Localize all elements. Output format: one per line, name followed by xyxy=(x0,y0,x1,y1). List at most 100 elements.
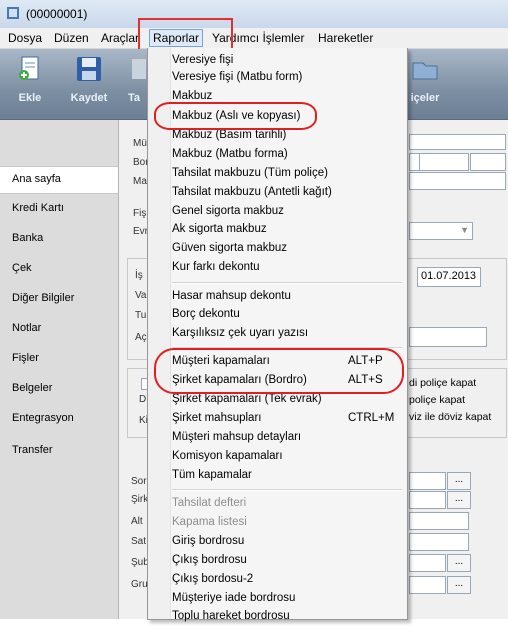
menu-item-label: Makbuz (Matbu forma) xyxy=(172,148,288,160)
menu-item-label: Kur farkı dekontu xyxy=(172,261,260,273)
form-field[interactable] xyxy=(409,327,487,347)
sidebar-item-label: Kredi Kartı xyxy=(12,202,64,214)
sidebar-item-diger-bilgiler[interactable]: Diğer Bilgiler xyxy=(0,286,118,312)
menu-item-label: Giriş bordrosu xyxy=(172,535,245,547)
app-icon xyxy=(7,7,19,19)
sidebar-item-label: Ana sayfa xyxy=(12,173,61,185)
kaydet-button[interactable]: Kaydet xyxy=(69,55,109,104)
date-field[interactable]: 01.07.2013 xyxy=(417,267,481,287)
menu-item-label: Şirket kapamaları (Tek evrak) xyxy=(172,393,322,405)
menu-item-label: Borç dekontu xyxy=(172,308,240,320)
menu-item-toplu-hareket-bordrosu[interactable]: Toplu hareket bordrosu xyxy=(172,608,402,626)
sidebar-item-banka[interactable]: Banka xyxy=(0,226,118,252)
form-label: Sor xyxy=(131,476,147,487)
menu-item-label: Makbuz xyxy=(172,90,213,102)
ellipsis-button[interactable]: ... xyxy=(447,491,471,509)
menu-araclar[interactable]: Araçlar xyxy=(101,31,139,45)
form-field[interactable] xyxy=(409,134,506,150)
menu-duzen[interactable]: Düzen xyxy=(54,31,89,45)
menu-item-label: Makbuz (Basım tarihli) xyxy=(172,129,287,141)
form-field[interactable] xyxy=(409,576,446,594)
menu-item-label: Ak sigorta makbuz xyxy=(172,223,267,235)
menu-item-label: Komisyon kapamaları xyxy=(172,450,283,462)
menu-item-borc-dekontu[interactable]: Borç dekontu xyxy=(172,306,402,324)
form-field[interactable] xyxy=(409,533,469,551)
menu-item-ak-sigorta-makbuz[interactable]: Ak sigorta makbuz xyxy=(172,221,402,239)
menu-item-label: Tahsilat makbuzu (Antetli kağıt) xyxy=(172,186,332,198)
form-field[interactable] xyxy=(409,172,506,190)
highlight-oval-kapamalar xyxy=(154,348,404,394)
evrak-select[interactable]: ▼ xyxy=(409,222,473,240)
ta-button[interactable]: Ta xyxy=(122,55,146,104)
sidebar-item-cek[interactable]: Çek xyxy=(0,256,118,282)
form-field[interactable] xyxy=(409,472,446,490)
form-field[interactable] xyxy=(409,512,469,530)
menu-item-tahsilat-makbuzu-antetli[interactable]: Tahsilat makbuzu (Antetli kağıt) xyxy=(172,184,402,202)
form-field[interactable] xyxy=(409,554,446,572)
form-label: Tu xyxy=(135,310,147,321)
menu-item-label: Çıkış bordosu-2 xyxy=(172,573,254,585)
raporlar-highlight-box xyxy=(138,18,233,51)
form-field[interactable] xyxy=(419,153,469,171)
menu-item-giris-bordrosu[interactable]: Giriş bordrosu xyxy=(172,533,402,551)
sidebar-item-label: Banka xyxy=(12,232,44,244)
sidebar-item-label: Belgeler xyxy=(12,382,53,394)
sidebar-item-ana-sayfa[interactable]: Ana sayfa xyxy=(0,166,118,194)
add-document-icon xyxy=(19,56,39,80)
option-text: poliçe kapat xyxy=(409,394,466,406)
raporlar-dropdown-menu: Veresiye fişi Veresiye fişi (Matbu form)… xyxy=(147,48,408,622)
menu-item-komisyon-kapamalari[interactable]: Komisyon kapamaları xyxy=(172,448,402,466)
menu-item-label: Karşılıksız çek uyarı yazısı xyxy=(172,327,309,339)
menu-item-sirket-mahsuplari[interactable]: Şirket mahsupları CTRL+M xyxy=(172,410,402,428)
ekle-label: Ekle xyxy=(18,92,42,104)
menu-item-label: Çıkış bordrosu xyxy=(172,554,247,566)
sidebar-item-kredi-karti[interactable]: Kredi Kartı xyxy=(0,196,118,222)
menu-item-tahsilat-makbuzu-tum-police[interactable]: Tahsilat makbuzu (Tüm poliçe) xyxy=(172,165,402,183)
form-label: Sat xyxy=(131,536,147,547)
menu-item-kur-farki-dekontu[interactable]: Kur farkı dekontu xyxy=(172,259,402,277)
form-label: Şirk xyxy=(131,494,149,505)
ellipsis-button[interactable]: ... xyxy=(447,554,471,572)
form-label: Gru xyxy=(131,579,148,590)
sidebar-item-belgeler[interactable]: Belgeler xyxy=(0,376,118,402)
menu-item-makbuz-matbu-forma[interactable]: Makbuz (Matbu forma) xyxy=(172,146,402,164)
menu-dosya[interactable]: Dosya xyxy=(8,31,42,45)
menu-item-label: Müşteri mahsup detayları xyxy=(172,431,302,443)
menu-item-cikis-bordosu-2[interactable]: Çıkış bordosu-2 xyxy=(172,571,402,589)
menu-item-label: Tahsilat makbuzu (Tüm poliçe) xyxy=(172,167,328,179)
highlight-oval-makbuz-asli xyxy=(154,102,317,130)
menu-item-musteriye-iade-bordrosu[interactable]: Müşteriye iade bordrosu xyxy=(172,590,402,608)
option-text: di poliçe kapat xyxy=(409,377,477,389)
menu-item-musteri-mahsup-detaylari[interactable]: Müşteri mahsup detayları xyxy=(172,429,402,447)
sidebar-item-transfer[interactable]: Transfer xyxy=(0,438,118,464)
form-field[interactable] xyxy=(470,153,506,171)
ellipsis-button[interactable]: ... xyxy=(447,576,471,594)
menu-item-hasar-mahsup-dekontu[interactable]: Hasar mahsup dekontu xyxy=(172,288,402,306)
sidebar-item-notlar[interactable]: Notlar xyxy=(0,316,118,342)
menu-separator xyxy=(172,282,402,284)
menu-item-genel-sigorta-makbuz[interactable]: Genel sigorta makbuz xyxy=(172,203,402,221)
sidebar-item-label: Notlar xyxy=(12,322,42,334)
menu-hareketler[interactable]: Hareketler xyxy=(318,31,373,45)
menu-item-label: Müşteriye iade bordrosu xyxy=(172,592,296,604)
menu-item-guven-sigorta-makbuz[interactable]: Güven sigorta makbuz xyxy=(172,240,402,258)
menu-item-label: Toplu hareket bordrosu xyxy=(172,610,290,622)
option-text: viz ile döviz kapat xyxy=(409,411,492,423)
menu-separator xyxy=(172,489,402,491)
sidebar-item-fisler[interactable]: Fişler xyxy=(0,346,118,372)
menu-item-veresiye-fisi[interactable]: Veresiye fişi xyxy=(172,52,402,70)
form-field[interactable] xyxy=(409,491,446,509)
ekle-button[interactable]: Ekle xyxy=(10,55,50,104)
ta-label: Ta xyxy=(127,92,141,104)
menu-item-kapama-listesi: Kapama listesi xyxy=(172,514,402,532)
partial-icon xyxy=(132,59,146,79)
menu-item-label: Hasar mahsup dekontu xyxy=(172,290,291,302)
ellipsis-button[interactable]: ... xyxy=(447,472,471,490)
menu-item-tum-kapamalar[interactable]: Tüm kapamalar xyxy=(172,467,402,485)
menu-item-karsiliksiz-cek[interactable]: Karşılıksız çek uyarı yazısı xyxy=(172,325,402,343)
sidebar-item-entegrasyon[interactable]: Entegrasyon xyxy=(0,406,118,432)
date-value: 01.07.2013 xyxy=(421,270,477,282)
title-bar: (00000001) xyxy=(0,0,508,29)
menu-item-cikis-bordrosu[interactable]: Çıkış bordrosu xyxy=(172,552,402,570)
menu-item-veresiye-fisi-matbu[interactable]: Veresiye fişi (Matbu form) xyxy=(172,69,402,87)
